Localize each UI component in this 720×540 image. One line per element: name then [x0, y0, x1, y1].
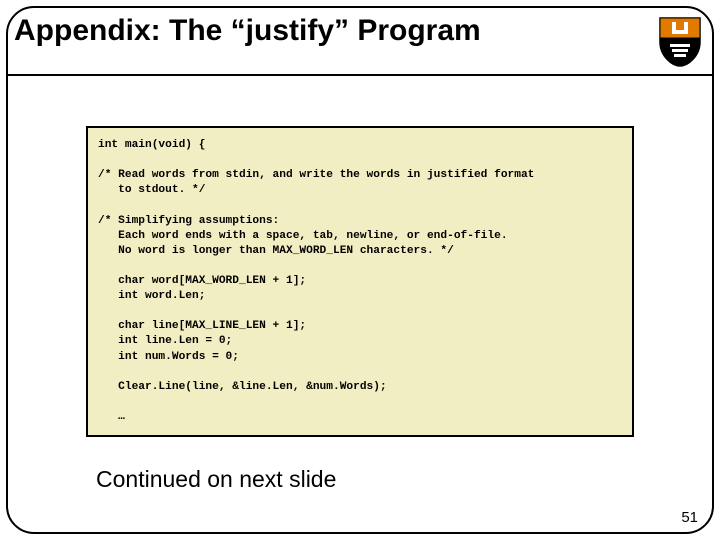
continued-text: Continued on next slide	[96, 466, 336, 493]
title-row: Appendix: The “justify” Program	[10, 14, 710, 68]
title-divider	[7, 74, 713, 76]
princeton-shield-icon	[658, 16, 702, 68]
code-block: int main(void) { /* Read words from stdi…	[86, 126, 634, 437]
page-number: 51	[681, 509, 698, 526]
slide-title: Appendix: The “justify” Program	[10, 14, 481, 48]
